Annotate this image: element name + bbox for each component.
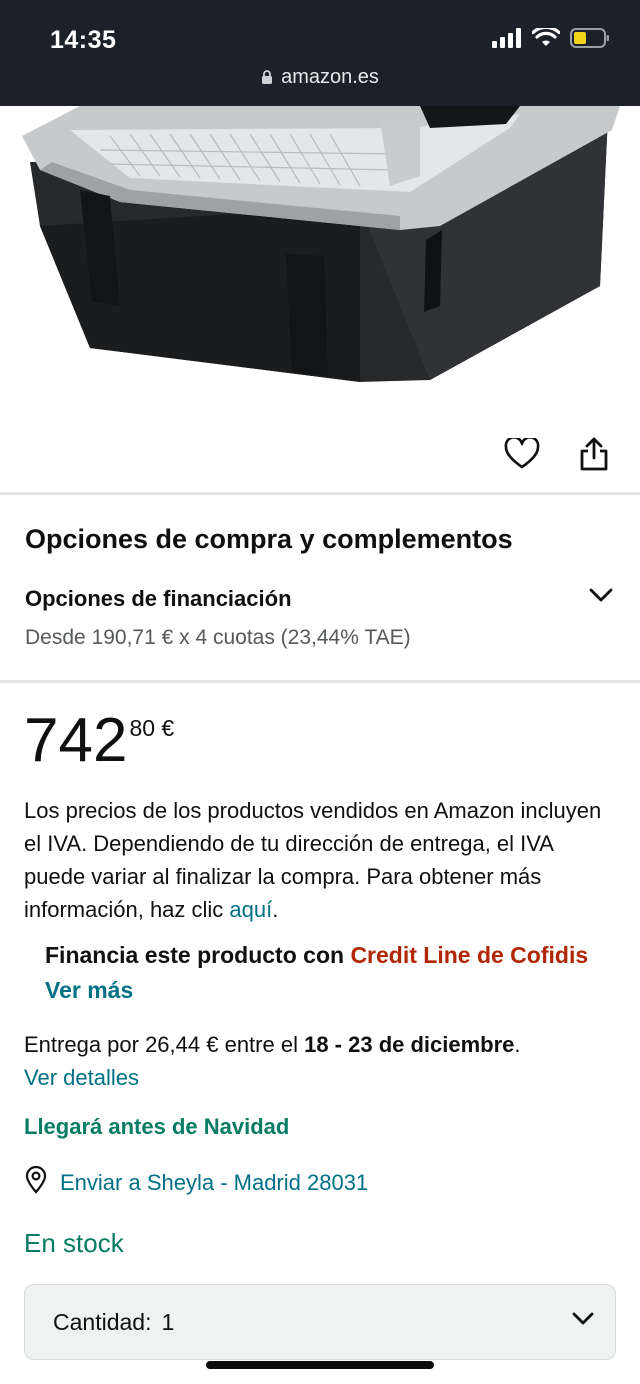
heart-icon [504, 435, 540, 475]
delivery-dates: 18 - 23 de diciembre [304, 1032, 515, 1057]
price: 742 80 € [24, 705, 174, 777]
christmas-notice: Llegará antes de Navidad [24, 1114, 290, 1139]
wishlist-button[interactable] [502, 435, 542, 476]
financing-subtitle: Desde 190,71 € x 4 cuotas (23,44% TAE) [25, 626, 411, 649]
vat-end: . [272, 897, 279, 922]
ship-to-location[interactable]: Enviar a Sheyla - Madrid 28031 [24, 1165, 369, 1200]
see-more-link[interactable]: Ver más [45, 977, 133, 1003]
delivery-suffix: . [514, 1032, 521, 1057]
url-text: amazon.es [281, 66, 379, 88]
vat-info-link[interactable]: aquí [229, 897, 272, 922]
share-button[interactable] [574, 436, 614, 476]
quantity-label: Cantidad: [53, 1308, 152, 1335]
product-actions [502, 435, 614, 476]
delivery-info: Entrega por 26,44 € entre el 18 - 23 de … [24, 1028, 624, 1094]
divider [0, 492, 640, 495]
divider [0, 680, 640, 683]
lock-icon [261, 68, 273, 91]
financing-title[interactable]: Opciones de financiación [25, 586, 292, 612]
ship-to-label: Enviar a Sheyla - Madrid 28031 [60, 1170, 369, 1195]
url-bar[interactable]: amazon.es [0, 66, 640, 91]
quantity-value: 1 [161, 1308, 175, 1335]
status-bar: 14:35 amazon.es [0, 0, 640, 106]
quantity-label-group: Cantidad: 1 [53, 1309, 174, 1336]
price-fraction: 80 € [129, 715, 175, 741]
vat-text: Los precios de los productos vendidos en… [24, 798, 602, 922]
home-indicator[interactable] [206, 1361, 434, 1369]
credit-line-link[interactable]: Credit Line de Cofidis [350, 942, 588, 968]
financing-promo: Financia este producto con Credit Line d… [45, 938, 605, 1008]
stock-status: En stock [24, 1228, 124, 1258]
signal-icon [492, 28, 522, 53]
status-time: 14:35 [50, 26, 117, 54]
price-whole: 742 [24, 706, 128, 775]
delivery-details-link[interactable]: Ver detalles [24, 1065, 139, 1090]
location-pin-icon [24, 1165, 48, 1200]
wifi-icon [531, 25, 561, 53]
battery-icon [570, 28, 610, 53]
section-title: Opciones de compra y complementos [25, 524, 513, 554]
share-icon [579, 436, 609, 477]
financing-prefix: Financia este producto con [45, 942, 351, 968]
quantity-select[interactable]: Cantidad: 1 [24, 1284, 616, 1360]
chevron-down-icon[interactable] [586, 582, 616, 608]
product-image[interactable] [0, 106, 640, 426]
vat-notice: Los precios de los productos vendidos en… [24, 794, 614, 926]
delivery-prefix: Entrega por 26,44 € entre el [24, 1032, 305, 1057]
status-icons [492, 25, 610, 53]
chevron-down-icon [569, 1307, 597, 1337]
